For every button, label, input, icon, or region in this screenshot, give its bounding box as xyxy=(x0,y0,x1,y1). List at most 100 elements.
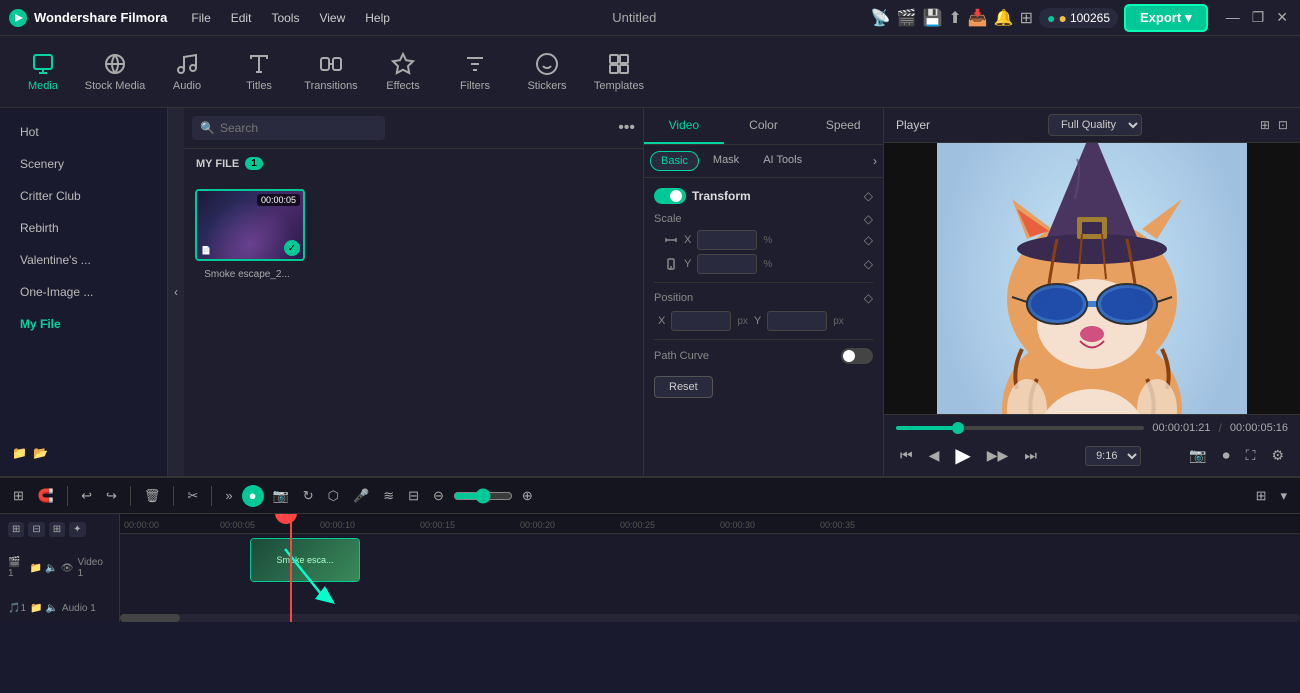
toolbar-icon-5[interactable]: 📥 xyxy=(968,8,988,28)
tool-templates[interactable]: Templates xyxy=(584,40,654,104)
menu-edit[interactable]: Edit xyxy=(223,9,260,27)
split-button[interactable]: ✂ xyxy=(182,485,203,507)
audio-volume-icon[interactable]: 🔈 xyxy=(45,603,57,614)
tool-stickers[interactable]: Stickers xyxy=(512,40,582,104)
reset-button[interactable]: Reset xyxy=(654,376,713,398)
tab-color[interactable]: Color xyxy=(724,108,804,144)
search-input[interactable] xyxy=(192,116,385,140)
sidebar-item-my-file[interactable]: My File xyxy=(4,309,163,339)
aspect-ratio-select[interactable]: 9:16 xyxy=(1085,446,1141,466)
fullscreen-icon[interactable]: ⊡ xyxy=(1278,118,1288,132)
grid-view-icon[interactable]: ⊞ xyxy=(1260,118,1270,132)
scale-y-diamond[interactable]: ◇ xyxy=(864,257,873,271)
copy-icon[interactable]: ⊟ xyxy=(28,522,44,537)
sidebar-item-scenery[interactable]: Scenery xyxy=(4,149,163,179)
step-back-button[interactable]: ◀ xyxy=(925,445,944,466)
media-more-icon[interactable]: ••• xyxy=(618,119,635,137)
video-volume-icon[interactable]: 🔈 xyxy=(45,563,57,574)
sidebar-item-hot[interactable]: Hot xyxy=(4,117,163,147)
clip-split-icon[interactable]: ⊟ xyxy=(403,485,424,507)
add-folder-icon[interactable]: 📁 xyxy=(12,446,27,460)
tool-titles[interactable]: Titles xyxy=(224,40,294,104)
sidebar-item-one-image[interactable]: One-Image ... xyxy=(4,277,163,307)
record-icon[interactable]: ⏺ xyxy=(1219,445,1234,466)
transform-toggle[interactable] xyxy=(654,188,686,204)
scale-diamond[interactable]: ◇ xyxy=(864,212,873,226)
position-diamond[interactable]: ◇ xyxy=(864,291,873,305)
scrollbar-thumb[interactable] xyxy=(120,614,180,622)
play-button[interactable]: ▶ xyxy=(951,441,974,470)
tab-video[interactable]: Video xyxy=(644,108,724,144)
minimize-button[interactable]: — xyxy=(1222,7,1244,28)
path-curve-toggle[interactable] xyxy=(841,348,873,364)
skip-to-start-button[interactable]: ⏮ xyxy=(896,445,917,466)
timeline-scrollbar[interactable] xyxy=(120,614,1300,622)
toolbar-icon-1[interactable]: 📡 xyxy=(871,8,891,28)
group-icon[interactable]: ⊞ xyxy=(49,522,65,537)
sidebar-item-rebirth[interactable]: Rebirth xyxy=(4,213,163,243)
skip-to-end-button[interactable]: ⏭ xyxy=(1020,445,1041,466)
camera-icon[interactable]: 📷 xyxy=(268,485,294,507)
add-track-icon[interactable]: ⊞ xyxy=(8,522,24,537)
zoom-in-icon[interactable]: ⊕ xyxy=(517,485,538,507)
sidebar-item-valentines[interactable]: Valentine's ... xyxy=(4,245,163,275)
sidebar-toggle[interactable]: ‹ xyxy=(168,108,184,476)
timeline-settings-icon[interactable]: ⊞ xyxy=(1251,485,1272,507)
fullscreen-preview-icon[interactable]: ⛶ xyxy=(1242,445,1260,466)
timeline-tracks[interactable]: 00:00:00 00:00:05 00:00:10 00:00:15 00:0… xyxy=(120,514,1300,622)
zoom-slider[interactable] xyxy=(453,488,513,504)
tool-media[interactable]: Media xyxy=(8,40,78,104)
toolbar-icon-7[interactable]: ⊞ xyxy=(1020,8,1033,28)
scale-x-input[interactable]: 100.00 xyxy=(697,230,757,250)
audio-sync-icon[interactable]: ≋ xyxy=(378,485,399,507)
more-tools-button[interactable]: » xyxy=(220,485,237,506)
sidebar-item-critter-club[interactable]: Critter Club xyxy=(4,181,163,211)
tool-stock-media[interactable]: Stock Media xyxy=(80,40,150,104)
menu-file[interactable]: File xyxy=(183,9,218,27)
progress-thumb[interactable] xyxy=(952,422,964,434)
position-x-input[interactable]: 0.00 xyxy=(671,311,731,331)
snapshot-icon[interactable]: 📷 xyxy=(1185,445,1210,466)
export-button[interactable]: Export ▾ xyxy=(1124,4,1208,32)
close-button[interactable]: ✕ xyxy=(1272,7,1292,28)
sub-tab-more-arrow[interactable]: › xyxy=(873,151,877,171)
more-options-icon[interactable]: ▾ xyxy=(1275,485,1292,507)
maximize-button[interactable]: ❐ xyxy=(1248,7,1269,28)
quality-select[interactable]: Full Quality xyxy=(1048,114,1142,136)
toolbar-icon-6[interactable]: 🔔 xyxy=(994,8,1014,28)
layout-icon[interactable]: ⊞ xyxy=(8,485,29,507)
undo-button[interactable]: ↩ xyxy=(76,485,97,507)
toolbar-icon-3[interactable]: 💾 xyxy=(922,8,942,28)
tool-audio[interactable]: Audio xyxy=(152,40,222,104)
audio-add-icon[interactable]: 📁 xyxy=(30,603,42,614)
sub-tab-ai-tools[interactable]: AI Tools xyxy=(753,151,812,171)
position-y-input[interactable]: 0.00 xyxy=(767,311,827,331)
step-forward-button[interactable]: ▶▶ xyxy=(983,445,1013,466)
video-eye-icon[interactable]: 👁 xyxy=(61,563,74,574)
zoom-out-icon[interactable]: ⊖ xyxy=(428,485,449,507)
scale-y-input[interactable]: 100.00 xyxy=(697,254,757,274)
video-add-icon[interactable]: 📁 xyxy=(30,563,42,574)
ai-icon[interactable]: ✦ xyxy=(69,522,85,537)
scale-x-diamond[interactable]: ◇ xyxy=(864,233,873,247)
menu-tools[interactable]: Tools xyxy=(263,9,307,27)
record-button[interactable]: ● xyxy=(242,485,264,507)
mask-icon[interactable]: ⬡ xyxy=(323,485,344,507)
loop-icon[interactable]: ↻ xyxy=(298,485,319,507)
delete-button[interactable]: 🗑 xyxy=(139,485,166,507)
redo-button[interactable]: ↪ xyxy=(101,485,122,507)
menu-help[interactable]: Help xyxy=(357,9,398,27)
magnetic-snap-icon[interactable]: 🧲 xyxy=(33,485,59,507)
settings-icon[interactable]: ⚙ xyxy=(1267,445,1288,466)
media-item[interactable]: 📄 00:00:05 ✓ Smoke escape_2... xyxy=(192,186,308,280)
media-thumb[interactable]: 📄 00:00:05 ✓ xyxy=(195,189,305,261)
tool-filters[interactable]: Filters xyxy=(440,40,510,104)
new-folder-icon[interactable]: 📂 xyxy=(33,446,48,460)
tab-speed[interactable]: Speed xyxy=(803,108,883,144)
menu-view[interactable]: View xyxy=(311,9,353,27)
transform-diamond[interactable]: ◇ xyxy=(864,189,873,203)
toolbar-icon-2[interactable]: 🎬 xyxy=(897,8,917,28)
tool-transitions[interactable]: Transitions xyxy=(296,40,366,104)
progress-bar[interactable] xyxy=(896,426,1144,430)
sub-tab-mask[interactable]: Mask xyxy=(703,151,749,171)
